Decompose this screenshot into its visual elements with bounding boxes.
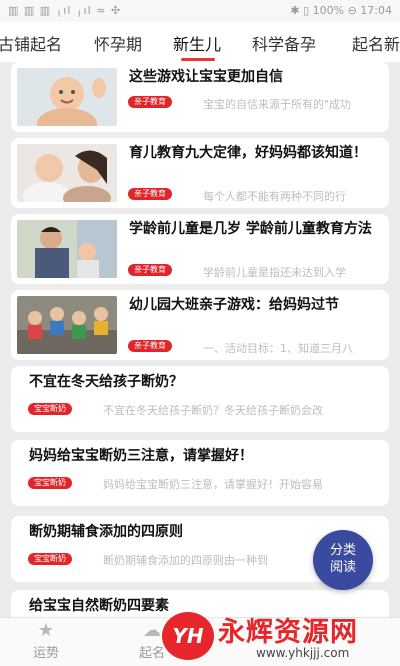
article-title[interactable]: 育儿教育九大定律，好妈妈都该知道！ xyxy=(129,142,381,164)
article-card[interactable]: 这些游戏让宝宝更加自信 亲子教育 宝宝的自信来源于所有的"成功 xyxy=(11,62,389,132)
article-card[interactable]: 幼儿园大班亲子游戏：给妈妈过节 亲子教育 一、活动目标：1、知道三月八 xyxy=(11,290,389,360)
article-title[interactable]: 这些游戏让宝宝更加自信 xyxy=(129,66,381,88)
status-bar: ▥ ▥ ▥ ╷ıl ╷ıl ≈ ✣ ✱ ▯ 100% ⊖ 17:04 xyxy=(0,0,400,22)
tab-pregnancy[interactable]: 怀孕期 xyxy=(94,31,142,55)
watermark-title: 永辉资源网 xyxy=(218,617,358,648)
article-title[interactable]: 妈妈给宝宝断奶三注意，请掌握好！ xyxy=(29,445,379,467)
article-snippet: 不宜在冬天给孩子断奶？冬天给孩子断奶会改 xyxy=(103,404,323,417)
article-snippet: 每个人都不能有两种不同的行 xyxy=(203,190,346,203)
category-tag[interactable]: 宝宝断奶 xyxy=(28,553,72,565)
article-snippet: 断奶期辅食添加的四原则由一种到 xyxy=(103,554,268,567)
category-tag[interactable]: 亲子教育 xyxy=(128,188,172,200)
tab-shop-naming[interactable]: 古铺起名 xyxy=(0,31,62,55)
category-tag[interactable]: 亲子教育 xyxy=(128,96,172,108)
nav-label: 运势 xyxy=(32,646,59,661)
star-icon: ★ xyxy=(37,620,55,641)
article-title[interactable]: 不宜在冬天给孩子断奶？ xyxy=(29,371,379,393)
article-snippet: 一、活动目标：1、知道三月八 xyxy=(203,342,353,355)
category-reading-line1: 分类 xyxy=(329,543,356,558)
article-snippet: 妈妈给宝宝断奶三注意，请掌握好！开始容易 xyxy=(103,478,323,491)
watermark: YH 永辉资源网 www.yhkjjj.com xyxy=(160,606,400,666)
tab-scientific-prep[interactable]: 科学备孕 xyxy=(252,31,316,55)
active-tab-indicator xyxy=(181,58,215,61)
article-thumbnail xyxy=(17,144,117,202)
category-reading-line2: 阅读 xyxy=(329,560,356,575)
article-title[interactable]: 幼儿园大班亲子游戏：给妈妈过节 xyxy=(129,294,381,316)
nav-item-fortune[interactable]: ★ 运势 xyxy=(16,620,76,661)
article-card[interactable]: 育儿教育九大定律，好妈妈都该知道！ 亲子教育 每个人都不能有两种不同的行 xyxy=(11,138,389,208)
article-snippet: 宝宝的自信来源于所有的"成功 xyxy=(203,98,352,111)
article-card[interactable]: 学龄前儿童是几岁 学龄前儿童教育方法 亲子教育 学龄前儿童是指还未达到入学 xyxy=(11,214,389,284)
tab-naming-new[interactable]: 起名新 xyxy=(352,31,400,55)
article-snippet: 学龄前儿童是指还未达到入学 xyxy=(203,266,346,279)
article-thumbnail xyxy=(17,68,117,126)
article-card[interactable]: 妈妈给宝宝断奶三注意，请掌握好！ 宝宝断奶 妈妈给宝宝断奶三注意，请掌握好！开始… xyxy=(11,440,389,506)
status-indicators: ▥ ▥ ▥ ╷ıl ╷ıl ≈ ✣ xyxy=(8,4,122,17)
category-tag[interactable]: 亲子教育 xyxy=(128,340,172,352)
tab-newborn[interactable]: 新生儿 xyxy=(173,31,221,55)
category-tag[interactable]: 宝宝断奶 xyxy=(28,477,72,489)
watermark-url: www.yhkjjj.com xyxy=(256,646,350,660)
watermark-logo: YH xyxy=(162,612,214,660)
article-title[interactable]: 学龄前儿童是几岁 学龄前儿童教育方法 xyxy=(129,218,381,240)
category-reading-button[interactable]: 分类 阅读 xyxy=(313,530,373,590)
category-tag[interactable]: 亲子教育 xyxy=(128,264,172,276)
category-tabs: 古铺起名 怀孕期 新生儿 科学备孕 起名新 xyxy=(0,22,400,62)
status-time-battery: ✱ ▯ 100% ⊖ 17:04 xyxy=(290,4,392,17)
article-thumbnail xyxy=(17,220,117,278)
category-tag[interactable]: 宝宝断奶 xyxy=(28,403,72,415)
article-card[interactable]: 不宜在冬天给孩子断奶？ 宝宝断奶 不宜在冬天给孩子断奶？冬天给孩子断奶会改 xyxy=(11,366,389,432)
article-thumbnail xyxy=(17,296,117,354)
